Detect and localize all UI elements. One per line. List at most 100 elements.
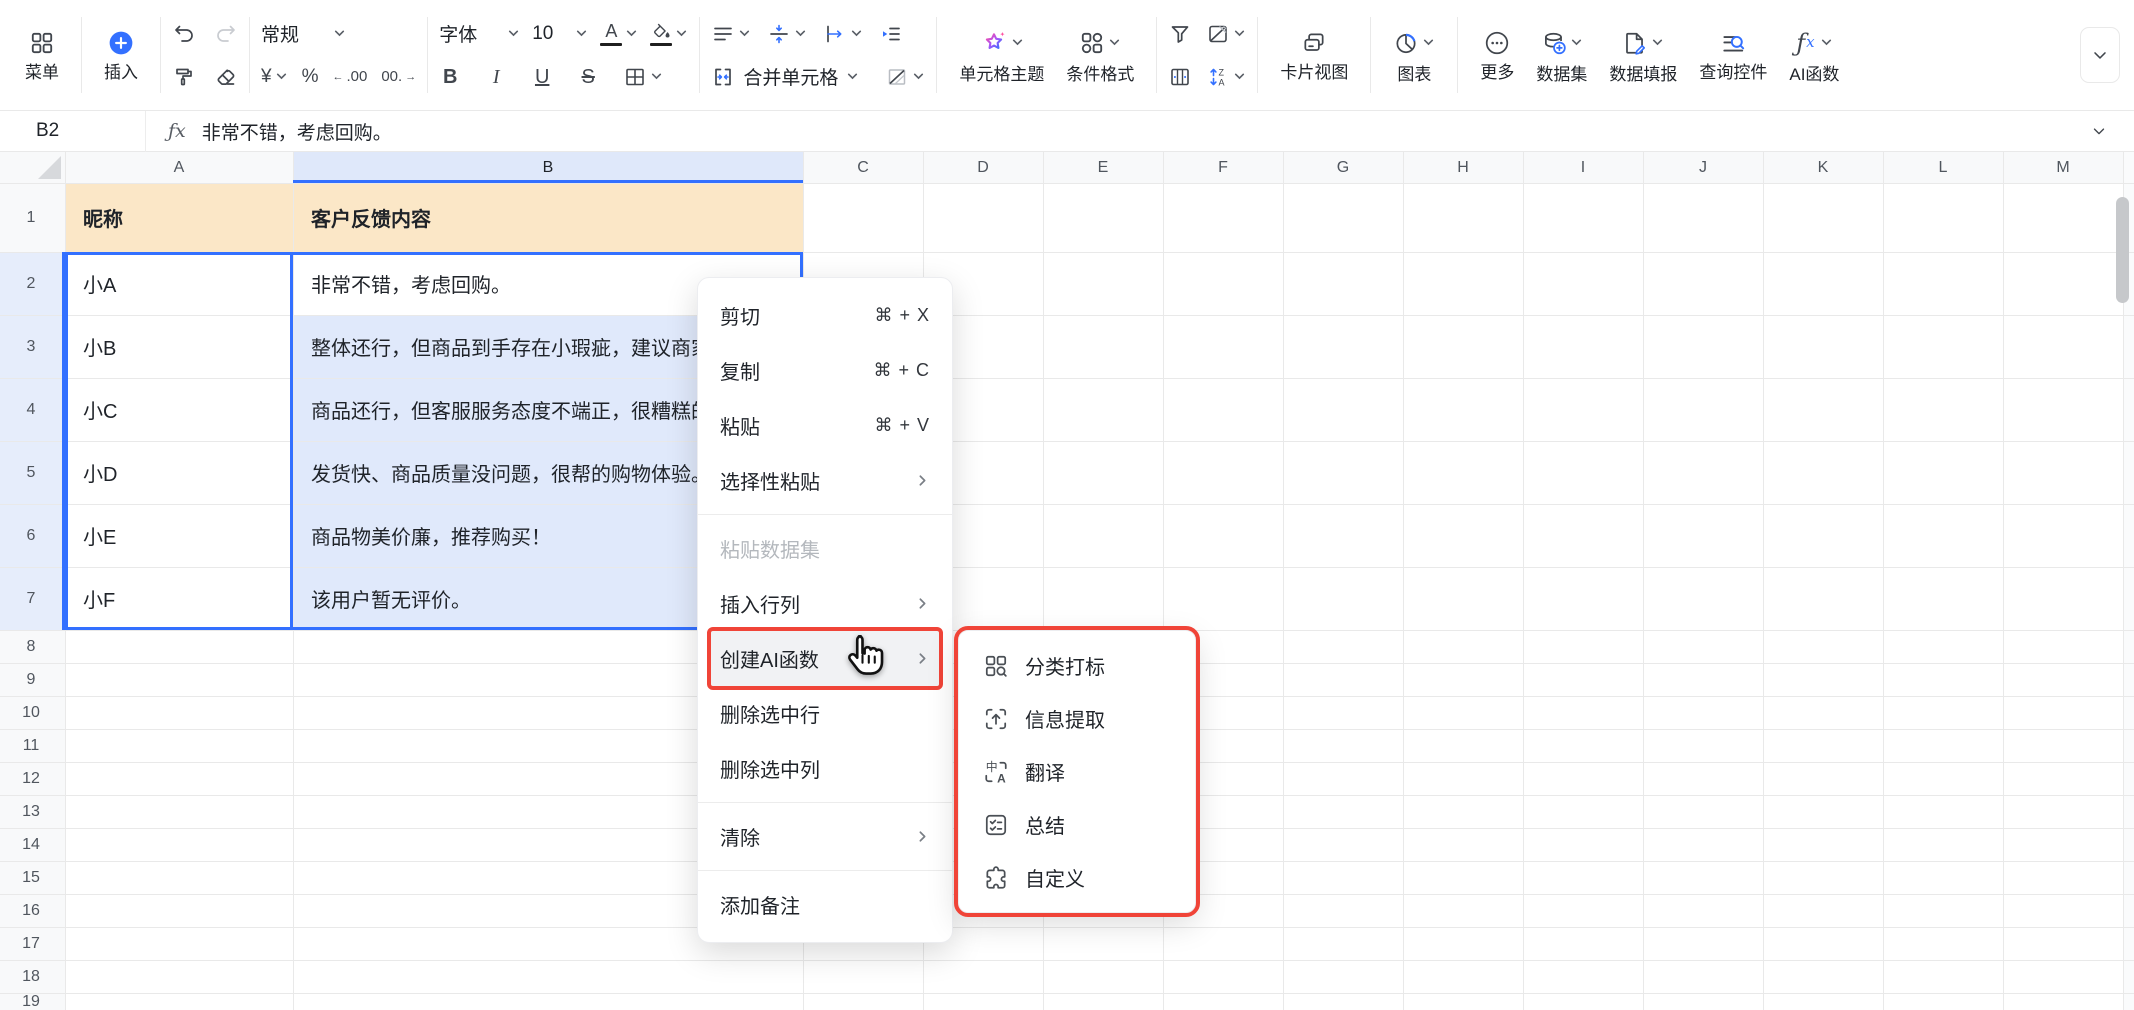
column-header-C[interactable]: C	[803, 152, 923, 183]
row-header-13[interactable]: 13	[0, 795, 62, 828]
submenu-item-summarize[interactable]: 总结	[959, 798, 1195, 851]
ai-function-button[interactable]: ƒx AI函数	[1778, 28, 1850, 83]
query-control-button[interactable]: 查询控件	[1688, 30, 1778, 81]
column-header-K[interactable]: K	[1763, 152, 1883, 183]
bold-button[interactable]: B	[439, 67, 461, 87]
column-header-D[interactable]: D	[923, 152, 1043, 183]
collapse-toolbar-button[interactable]	[2080, 27, 2120, 83]
menu-item-paste[interactable]: 粘贴 ⌘ + V	[698, 398, 952, 453]
card-view-icon	[1304, 32, 1324, 51]
more-button[interactable]: 更多	[1469, 30, 1525, 81]
italic-button[interactable]: I	[485, 67, 507, 87]
row-header-10[interactable]: 10	[0, 696, 62, 729]
row-header-16[interactable]: 16	[0, 894, 62, 927]
row-header-12[interactable]: 12	[0, 762, 62, 795]
column-header-E[interactable]: E	[1043, 152, 1163, 183]
row-header-9[interactable]: 9	[0, 663, 62, 696]
indent-button[interactable]	[879, 22, 903, 46]
split-fill-button[interactable]	[1206, 22, 1246, 46]
font-family-dropdown[interactable]: 字体	[439, 20, 520, 47]
cell-B1[interactable]: 客户反馈内容	[293, 183, 803, 252]
horizontal-align-button[interactable]	[711, 22, 751, 46]
column-header-G[interactable]: G	[1283, 152, 1403, 183]
cell-A1[interactable]: 昵称	[65, 183, 293, 252]
menu-item-insert-rows-cols[interactable]: 插入行列	[698, 576, 952, 631]
underline-button[interactable]: U	[531, 67, 553, 87]
redo-button[interactable]	[214, 22, 238, 46]
format-painter-button[interactable]	[172, 65, 196, 89]
submenu-item-classify-tag[interactable]: 分类打标	[959, 639, 1195, 692]
text-overflow-button[interactable]	[823, 22, 863, 46]
currency-format-button[interactable]: ¥	[261, 67, 288, 86]
chevron-down-icon	[677, 30, 687, 37]
column-header-M[interactable]: M	[2003, 152, 2123, 183]
row-header-4[interactable]: 4	[0, 378, 62, 441]
vertical-scrollbar-thumb[interactable]	[2116, 197, 2129, 303]
submenu-item-custom[interactable]: 自定义	[959, 851, 1195, 904]
vertical-align-button[interactable]	[767, 22, 807, 46]
merge-cells-button[interactable]: 合并单元格	[711, 63, 859, 90]
increase-decimal-button[interactable]: 00. →	[381, 69, 416, 84]
sort-button[interactable]: ZA	[1206, 65, 1246, 89]
expand-formula-bar-button[interactable]	[2090, 122, 2108, 140]
number-format-dropdown[interactable]: 常规	[261, 20, 346, 47]
row-header-2[interactable]: 2	[0, 252, 62, 315]
row-header-14[interactable]: 14	[0, 828, 62, 861]
row-header-17[interactable]: 17	[0, 927, 62, 960]
menu-item-label: 粘贴	[720, 417, 760, 439]
data-form-button[interactable]: 数据填报	[1598, 28, 1688, 83]
column-header-A[interactable]: A	[65, 152, 293, 183]
row-header-8[interactable]: 8	[0, 630, 62, 663]
decrease-decimal-button[interactable]: ← .00	[332, 69, 367, 84]
dataset-button[interactable]: 数据集	[1525, 28, 1598, 83]
menu-grid-icon	[29, 30, 55, 56]
pie-chart-icon	[1396, 33, 1416, 53]
column-header-L[interactable]: L	[1883, 152, 2003, 183]
select-all-corner[interactable]	[38, 156, 61, 179]
menu-item-clear[interactable]: 清除	[698, 809, 952, 864]
font-color-button[interactable]: A	[600, 22, 638, 46]
column-header-I[interactable]: I	[1523, 152, 1643, 183]
row-header-5[interactable]: 5	[0, 441, 62, 504]
row-header-18[interactable]: 18	[0, 960, 62, 993]
percent-format-button[interactable]: %	[302, 67, 319, 86]
menu-item-cut[interactable]: 剪切 ⌘ + X	[698, 288, 952, 343]
menu-item-delete-cols[interactable]: 删除选中列	[698, 741, 952, 796]
undo-button[interactable]	[172, 22, 196, 46]
strikethrough-button[interactable]: S	[577, 67, 599, 87]
row-header-3[interactable]: 3	[0, 315, 62, 378]
cell-theme-button[interactable]: 单元格主题	[948, 28, 1055, 83]
borders-button[interactable]	[623, 65, 663, 89]
row-header-11[interactable]: 11	[0, 729, 62, 762]
freeze-panes-button[interactable]	[1168, 65, 1192, 89]
column-header-J[interactable]: J	[1643, 152, 1763, 183]
cell-reference-box[interactable]: B2	[0, 120, 145, 142]
card-view-button[interactable]: 卡片视图	[1269, 30, 1359, 81]
insert-button[interactable]: 插入	[93, 30, 149, 81]
submenu-item-extract-info[interactable]: 信息提取	[959, 692, 1195, 745]
menu-item-paste-special[interactable]: 选择性粘贴	[698, 453, 952, 508]
column-header-B[interactable]: B	[293, 152, 803, 183]
row-header-15[interactable]: 15	[0, 861, 62, 894]
formula-input[interactable]: 非常不错，考虑回购。	[202, 118, 392, 145]
row-header-7[interactable]: 7	[0, 567, 62, 630]
row-header-19[interactable]: 19	[0, 993, 62, 1010]
chart-button[interactable]: 图表	[1382, 28, 1446, 83]
menu-item-delete-rows[interactable]: 删除选中行	[698, 686, 952, 741]
menu-item-create-ai-function[interactable]: 创建AI函数	[707, 627, 943, 690]
row-header-1[interactable]: 1	[0, 183, 62, 252]
filter-button[interactable]	[1168, 22, 1192, 46]
menu-button[interactable]: 菜单	[14, 30, 70, 81]
menu-item-copy[interactable]: 复制 ⌘ + C	[698, 343, 952, 398]
row-header-6[interactable]: 6	[0, 504, 62, 567]
eraser-button[interactable]	[214, 65, 238, 89]
submenu-item-translate[interactable]: 中A 翻译	[959, 745, 1195, 798]
divider	[1370, 17, 1372, 93]
diagonal-border-button[interactable]	[885, 65, 925, 89]
fill-color-button[interactable]	[650, 22, 688, 46]
column-header-H[interactable]: H	[1403, 152, 1523, 183]
menu-item-add-note[interactable]: 添加备注	[698, 877, 952, 932]
column-header-F[interactable]: F	[1163, 152, 1283, 183]
conditional-format-button[interactable]: 条件格式	[1055, 28, 1145, 83]
font-size-dropdown[interactable]: 10	[532, 23, 588, 45]
